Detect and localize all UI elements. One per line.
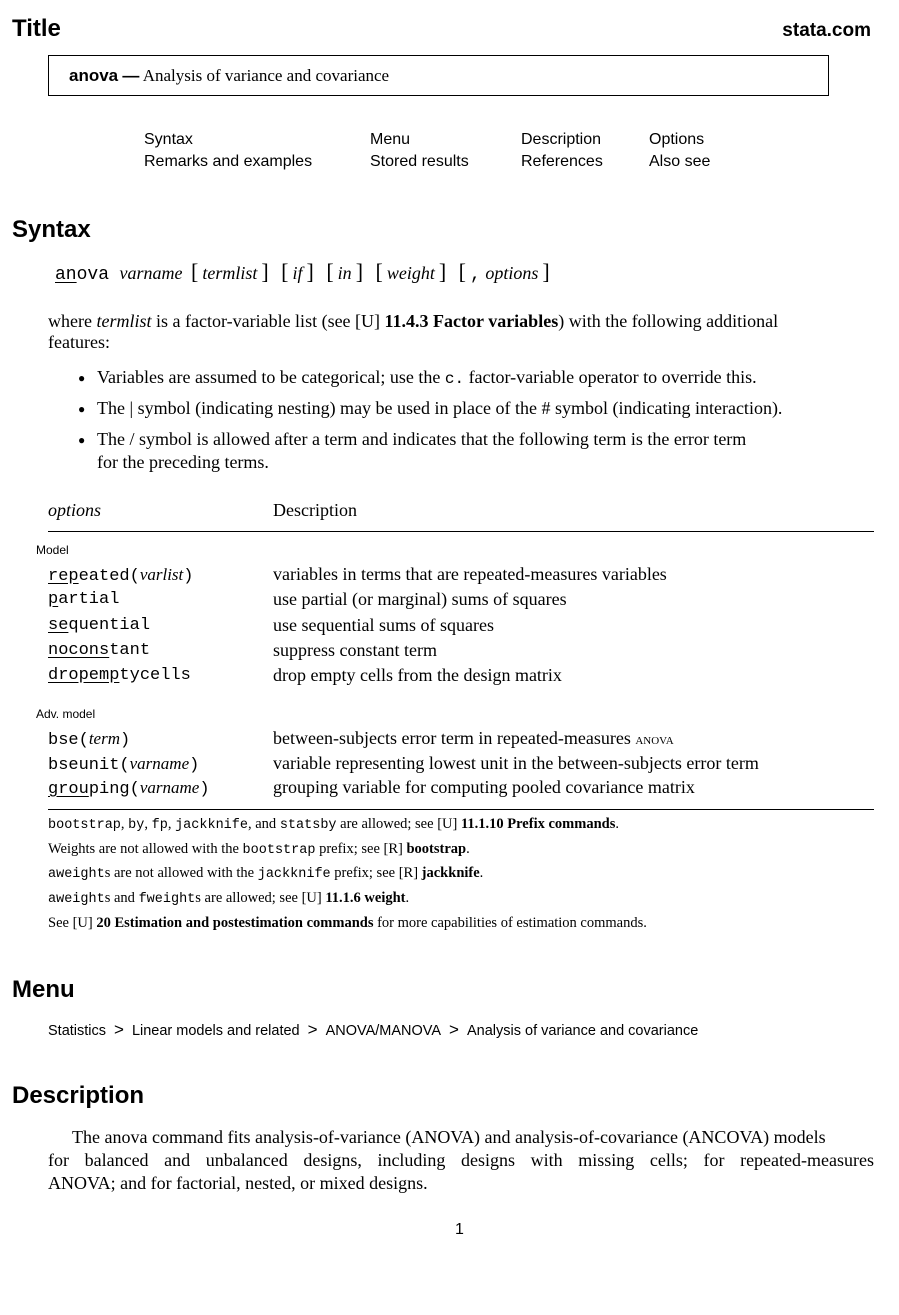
option-grouping[interactable]: grouping(varname) [48,778,210,799]
chevron-right-icon: > [114,1020,124,1039]
option-bseunit[interactable]: bseunit(varname) [48,754,199,775]
option-bse[interactable]: bse(term) [48,729,130,750]
syntax-comma: , [470,265,481,285]
option-description: variables in terms that are repeated-mea… [273,564,667,584]
syntax-if: if [292,263,303,283]
nav-link-also-see[interactable]: Also see [649,153,710,171]
description-line: for balanced and unbalanced designs, inc… [48,1150,874,1170]
syntax-heading: Syntax [12,216,91,243]
termlist-paragraph: where termlist is a factor-variable list… [48,311,779,352]
table-note: aweights and fweights are allowed; see [… [48,890,410,907]
command-subtitle: Analysis of variance and covariance [142,66,390,85]
chevron-right-icon: > [307,1020,318,1039]
nav-link-remarks[interactable]: Remarks and examples [144,153,312,171]
nav-link-description[interactable]: Description [521,131,601,149]
option-partial[interactable]: partial [48,590,119,609]
chevron-right-icon: > [449,1020,459,1039]
nav-link-references[interactable]: References [521,153,603,171]
option-dropemptycells[interactable]: dropemptycells [48,666,191,685]
syntax-options: options [485,263,539,283]
menu-path-item[interactable]: Linear models and related [132,1023,300,1039]
prefix-commands-link[interactable]: [U] 11.1.10 Prefix commands [437,816,615,832]
bullet-icon: ● [78,433,86,447]
group-label-model: Model [36,543,69,557]
syntax-varname: varname [119,263,183,283]
options-column-header: options [48,500,102,520]
option-description: drop empty cells from the design matrix [273,665,562,685]
option-description: grouping variable for computing pooled c… [273,777,695,797]
syntax-cmd-rest: ova [76,265,110,285]
feature-bullet: The | symbol (indicating nesting) may be… [97,398,783,418]
nav-link-stored-results[interactable]: Stored results [370,153,469,171]
option-description: use sequential sums of squares [273,615,494,635]
description-line: The anova command fits analysis-of-varia… [72,1127,826,1147]
menu-path-item[interactable]: ANOVA/MANOVA [326,1023,441,1039]
option-description: variable representing lowest unit in the… [273,753,759,773]
table-note: See [U] 20 Estimation and postestimation… [48,915,647,931]
menu-heading: Menu [12,976,75,1003]
syntax-weight: weight [386,263,435,283]
option-noconstant[interactable]: noconstant [48,641,150,660]
estimation-commands-link[interactable]: [U] 20 Estimation and postestimation com… [73,915,374,931]
weight-link[interactable]: [U] 11.1.6 weight [302,890,406,906]
table-note: bootstrap, by, fp, jackknife, and statsb… [48,816,619,833]
table-note: Weights are not allowed with the bootstr… [48,841,470,858]
description-column-header: Description [273,500,357,520]
jackknife-link[interactable]: [R] jackknife [399,865,480,881]
menu-path-item[interactable]: Statistics [48,1023,106,1039]
feature-bullet-continuation: for the preceding terms. [97,452,269,472]
nav-link-options[interactable]: Options [649,131,704,149]
syntax-line: anova varname [termlist] [if] [in] [weig… [55,259,550,285]
feature-bullet: Variables are assumed to be categorical;… [97,367,757,388]
option-description: use partial (or marginal) sums of square… [273,589,567,609]
nav-link-syntax[interactable]: Syntax [144,131,193,149]
section-title: Title [12,15,61,42]
syntax-cmd-abbrev: an [55,265,77,285]
syntax-termlist: termlist [202,263,258,283]
option-sequential[interactable]: sequential [48,616,150,635]
bullet-icon: ● [78,402,86,416]
title-box: anova — Analysis of variance and covaria… [48,55,829,96]
site-name: stata.com [782,20,871,41]
menu-path-item[interactable]: Analysis of variance and covariance [467,1023,698,1039]
description-heading: Description [12,1082,145,1109]
feature-bullet: The / symbol is allowed after a term and… [97,429,747,449]
bullet-icon: ● [78,371,86,385]
table-note: aweights are not allowed with the jackkn… [48,865,484,882]
factor-variables-link[interactable]: [U] 11.4.3 Factor variables [355,311,558,331]
table-header-rule [48,531,874,532]
title-dash: — [122,66,140,85]
nav-link-menu[interactable]: Menu [370,131,410,149]
option-description: between-subjects error term in repeated-… [273,728,674,748]
command-name: anova [69,66,119,85]
syntax-in: in [337,263,352,283]
option-repeated[interactable]: repeated(varlist) [48,565,193,586]
table-footer-rule [48,809,874,810]
option-description: suppress constant term [273,640,437,660]
menu-path: Statistics > Linear models and related > ANO… [48,1020,698,1040]
page-number: 1 [455,1221,464,1238]
group-label-adv-model: Adv. model [36,707,96,721]
title-line: anova — Analysis of variance and covaria… [69,66,389,86]
bootstrap-link[interactable]: [R] bootstrap [384,841,467,857]
description-line: ANOVA; and for factorial, nested, or mix… [48,1173,428,1193]
